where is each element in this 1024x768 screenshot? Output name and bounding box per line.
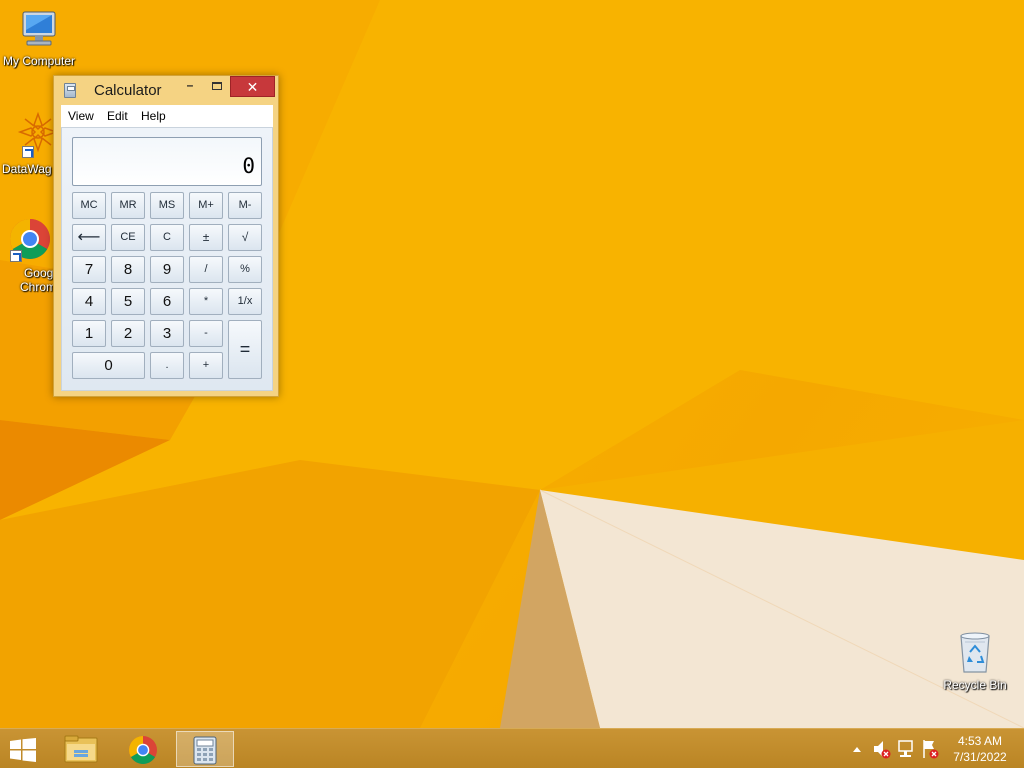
equals-button[interactable]: = — [228, 320, 262, 379]
mr-button[interactable]: MR — [111, 192, 145, 219]
desktop-icon-label-line2: Chrom — [19, 280, 56, 294]
menu-help[interactable]: Help — [141, 109, 166, 123]
ms-button[interactable]: MS — [150, 192, 184, 219]
subtract-button[interactable]: - — [189, 320, 223, 347]
desktop-icon-google-chrome[interactable]: Googl Chrom — [0, 216, 56, 294]
calculator-display: 0 — [72, 137, 262, 186]
key-6[interactable]: 6 — [150, 288, 184, 315]
key-3[interactable]: 3 — [150, 320, 184, 347]
maximize-button[interactable] — [204, 76, 230, 97]
calculator-window[interactable]: Calculator – ✕ View Edit Help 0 MC MR MS… — [53, 75, 279, 397]
reciprocal-button[interactable]: 1/x — [228, 288, 262, 315]
action-center-button[interactable] — [920, 729, 940, 768]
key-5[interactable]: 5 — [111, 288, 145, 315]
menu-view[interactable]: View — [68, 109, 94, 123]
desktop-icon-my-computer[interactable]: My Computer — [1, 10, 77, 68]
menu-bar: View Edit Help — [61, 105, 273, 127]
network-button[interactable] — [896, 729, 916, 768]
display-value: 0 — [242, 154, 255, 178]
desktop-icon-label-line1: Googl — [23, 266, 56, 280]
show-hidden-icons-button[interactable] — [850, 729, 864, 768]
file-explorer-icon — [64, 735, 98, 763]
multiply-button[interactable]: * — [189, 288, 223, 315]
key-9[interactable]: 9 — [150, 256, 184, 283]
key-7[interactable]: 7 — [72, 256, 106, 283]
desktop-icon-recycle-bin[interactable]: Recycle Bin — [937, 630, 1013, 692]
start-button[interactable] — [8, 738, 38, 762]
maximize-icon — [212, 82, 222, 90]
calculator-app-icon — [64, 83, 76, 98]
desktop-icon-label: My Computer — [2, 54, 76, 68]
close-button[interactable]: ✕ — [230, 76, 275, 97]
minimize-button[interactable]: – — [177, 76, 203, 97]
mc-button[interactable]: MC — [72, 192, 106, 219]
menu-edit[interactable]: Edit — [107, 109, 128, 123]
sqrt-button[interactable]: √ — [228, 224, 262, 251]
taskbar: 4:53 AM 7/31/2022 — [0, 728, 1024, 768]
title-bar[interactable]: Calculator – ✕ — [54, 76, 278, 104]
key-4[interactable]: 4 — [72, 288, 106, 315]
window-title: Calculator — [94, 82, 162, 99]
windows-logo-icon — [10, 738, 36, 762]
taskbar-file-explorer[interactable] — [52, 731, 110, 767]
ce-button[interactable]: CE — [111, 224, 145, 251]
key-1[interactable]: 1 — [72, 320, 106, 347]
decimal-button[interactable]: . — [150, 352, 184, 379]
shortcut-arrow-icon — [10, 250, 22, 262]
divide-button[interactable]: / — [189, 256, 223, 283]
m-minus-button[interactable]: M- — [228, 192, 262, 219]
m-plus-button[interactable]: M+ — [189, 192, 223, 219]
show-hidden-icons-icon — [853, 747, 861, 752]
taskbar-calculator[interactable] — [176, 731, 234, 767]
recycle-bin-icon — [955, 630, 995, 676]
backspace-button[interactable]: ⟵ — [72, 224, 106, 251]
shortcut-arrow-icon — [22, 146, 34, 158]
chrome-icon — [129, 736, 157, 764]
key-0[interactable]: 0 — [72, 352, 145, 379]
action-center-icon — [923, 740, 939, 759]
desktop-icon-label: Recycle Bin — [943, 678, 1007, 692]
calculator-body: 0 MC MR MS M+ M- ⟵ CE C ± √ 7 8 9 / % 4 … — [61, 127, 273, 391]
chrome-icon — [6, 216, 50, 264]
key-2[interactable]: 2 — [111, 320, 145, 347]
network-icon — [898, 740, 913, 757]
sign-button[interactable]: ± — [189, 224, 223, 251]
volume-muted-icon — [874, 741, 891, 759]
taskbar-clock[interactable]: 4:53 AM 7/31/2022 — [950, 733, 1010, 765]
taskbar-chrome[interactable] — [114, 731, 172, 767]
add-button[interactable]: + — [189, 352, 223, 379]
percent-button[interactable]: % — [228, 256, 262, 283]
computer-icon — [17, 10, 61, 52]
calculator-icon — [193, 736, 217, 765]
volume-button[interactable] — [872, 729, 892, 768]
c-button[interactable]: C — [150, 224, 184, 251]
key-8[interactable]: 8 — [111, 256, 145, 283]
datawag-icon — [14, 110, 59, 160]
clock-time: 4:53 AM — [957, 734, 1003, 748]
clock-date: 7/31/2022 — [953, 750, 1007, 764]
